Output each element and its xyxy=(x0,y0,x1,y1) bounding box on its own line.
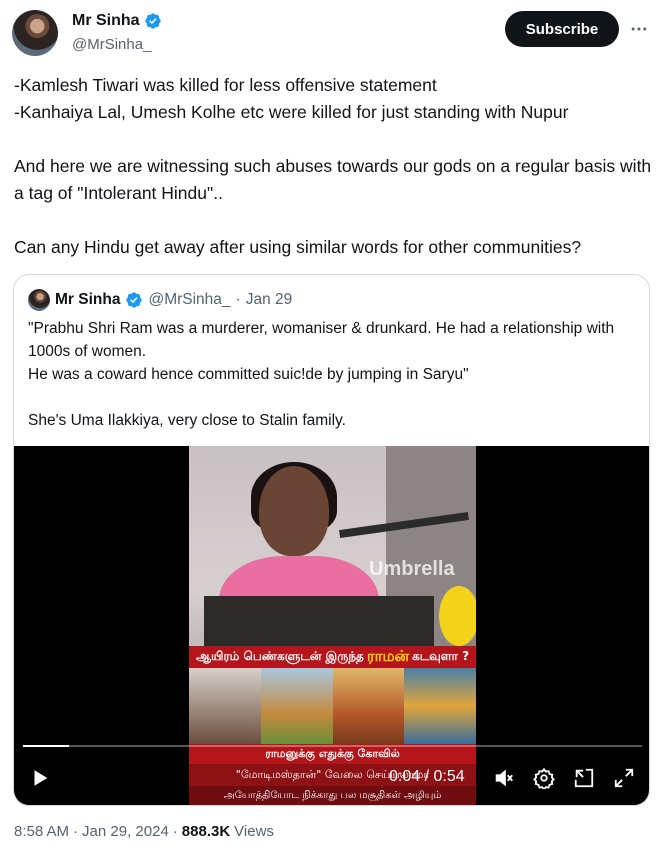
video-caption-top: ஆயிரம் பெண்களுடன் இருந்த ராமன் கடவுளா ? xyxy=(189,646,476,668)
video-watermark: Umbrella xyxy=(369,558,455,580)
mute-icon[interactable] xyxy=(492,766,516,790)
subscribe-button[interactable]: Subscribe xyxy=(505,11,619,47)
tweet-line: And here we are witnessing such abuses t… xyxy=(14,156,652,203)
video-time: 0:04 / 0:54 xyxy=(389,768,465,785)
video-caption-mid: ராமனுக்கு எதுக்கு கோவில் xyxy=(189,744,476,764)
quoted-tweet[interactable]: Mr Sinha @MrSinha_ · Jan 29 "Prabhu Shri… xyxy=(13,274,650,806)
video-progress-fill xyxy=(23,745,69,747)
tweet-header: Mr Sinha @MrSinha_ Subscribe xyxy=(12,10,652,60)
picture-in-picture-icon[interactable] xyxy=(572,766,596,790)
video-collage xyxy=(189,668,476,744)
dot-separator: · xyxy=(235,291,241,308)
tweet-line: -Kamlesh Tiwari was killed for less offe… xyxy=(14,75,437,95)
quoted-handle: @MrSinha_ xyxy=(148,291,231,308)
video-current-time: 0:04 xyxy=(389,768,421,785)
author-name-row: Mr Sinha xyxy=(72,12,162,30)
tweet-time[interactable]: 8:58 AM xyxy=(14,823,69,840)
tweet-text: -Kamlesh Tiwari was killed for less offe… xyxy=(14,72,654,261)
quoted-avatar xyxy=(28,289,50,311)
more-horizontal-icon[interactable] xyxy=(628,18,650,40)
tweet-date[interactable]: Jan 29, 2024 xyxy=(82,823,169,840)
author-handle[interactable]: @MrSinha_ xyxy=(72,36,151,53)
fullscreen-icon[interactable] xyxy=(612,766,636,790)
video-frame: Umbrella ஆயிரம் பெண்களுடன் இருந்த ராமன் கட… xyxy=(189,446,476,805)
views-count: 888.3K xyxy=(181,823,231,840)
video-total-time: 0:54 xyxy=(433,768,465,785)
video-player[interactable]: Umbrella ஆயிரம் பெண்களுடன் இருந்த ராமன் கட… xyxy=(14,446,649,805)
quoted-tweet-header: Mr Sinha @MrSinha_ · Jan 29 xyxy=(28,289,292,311)
settings-gear-icon[interactable] xyxy=(532,766,556,790)
play-icon[interactable] xyxy=(28,766,52,790)
quoted-tweet-text: "Prabhu Shri Ram was a murderer, womanis… xyxy=(28,317,638,432)
verified-badge-icon xyxy=(144,13,161,29)
quoted-date: Jan 29 xyxy=(245,291,293,308)
quoted-line: "Prabhu Shri Ram was a murderer, womanis… xyxy=(28,320,615,360)
quoted-line: He was a coward hence committed suic!de … xyxy=(28,366,469,383)
avatar[interactable] xyxy=(12,10,58,56)
author-display-name[interactable]: Mr Sinha xyxy=(72,12,140,30)
views-label: Views xyxy=(234,823,274,840)
tweet-line: -Kanhaiya Lal, Umesh Kolhe etc were kill… xyxy=(14,102,569,122)
video-caption-bottom: அயோத்தியோட நிக்காது பல மசூதிகள் அழியும் xyxy=(189,786,476,805)
tweet-footer: 8:58 AM · Jan 29, 2024 · 888.3K Views xyxy=(14,823,274,840)
video-progress-bar[interactable] xyxy=(23,745,642,747)
podium xyxy=(204,596,434,651)
quoted-display-name: Mr Sinha xyxy=(55,291,121,308)
tweet-line: Can any Hindu get away after using simil… xyxy=(14,237,582,257)
verified-badge-icon xyxy=(126,292,143,308)
quoted-line: She's Uma Ilakkiya, very close to Stalin… xyxy=(28,412,346,429)
